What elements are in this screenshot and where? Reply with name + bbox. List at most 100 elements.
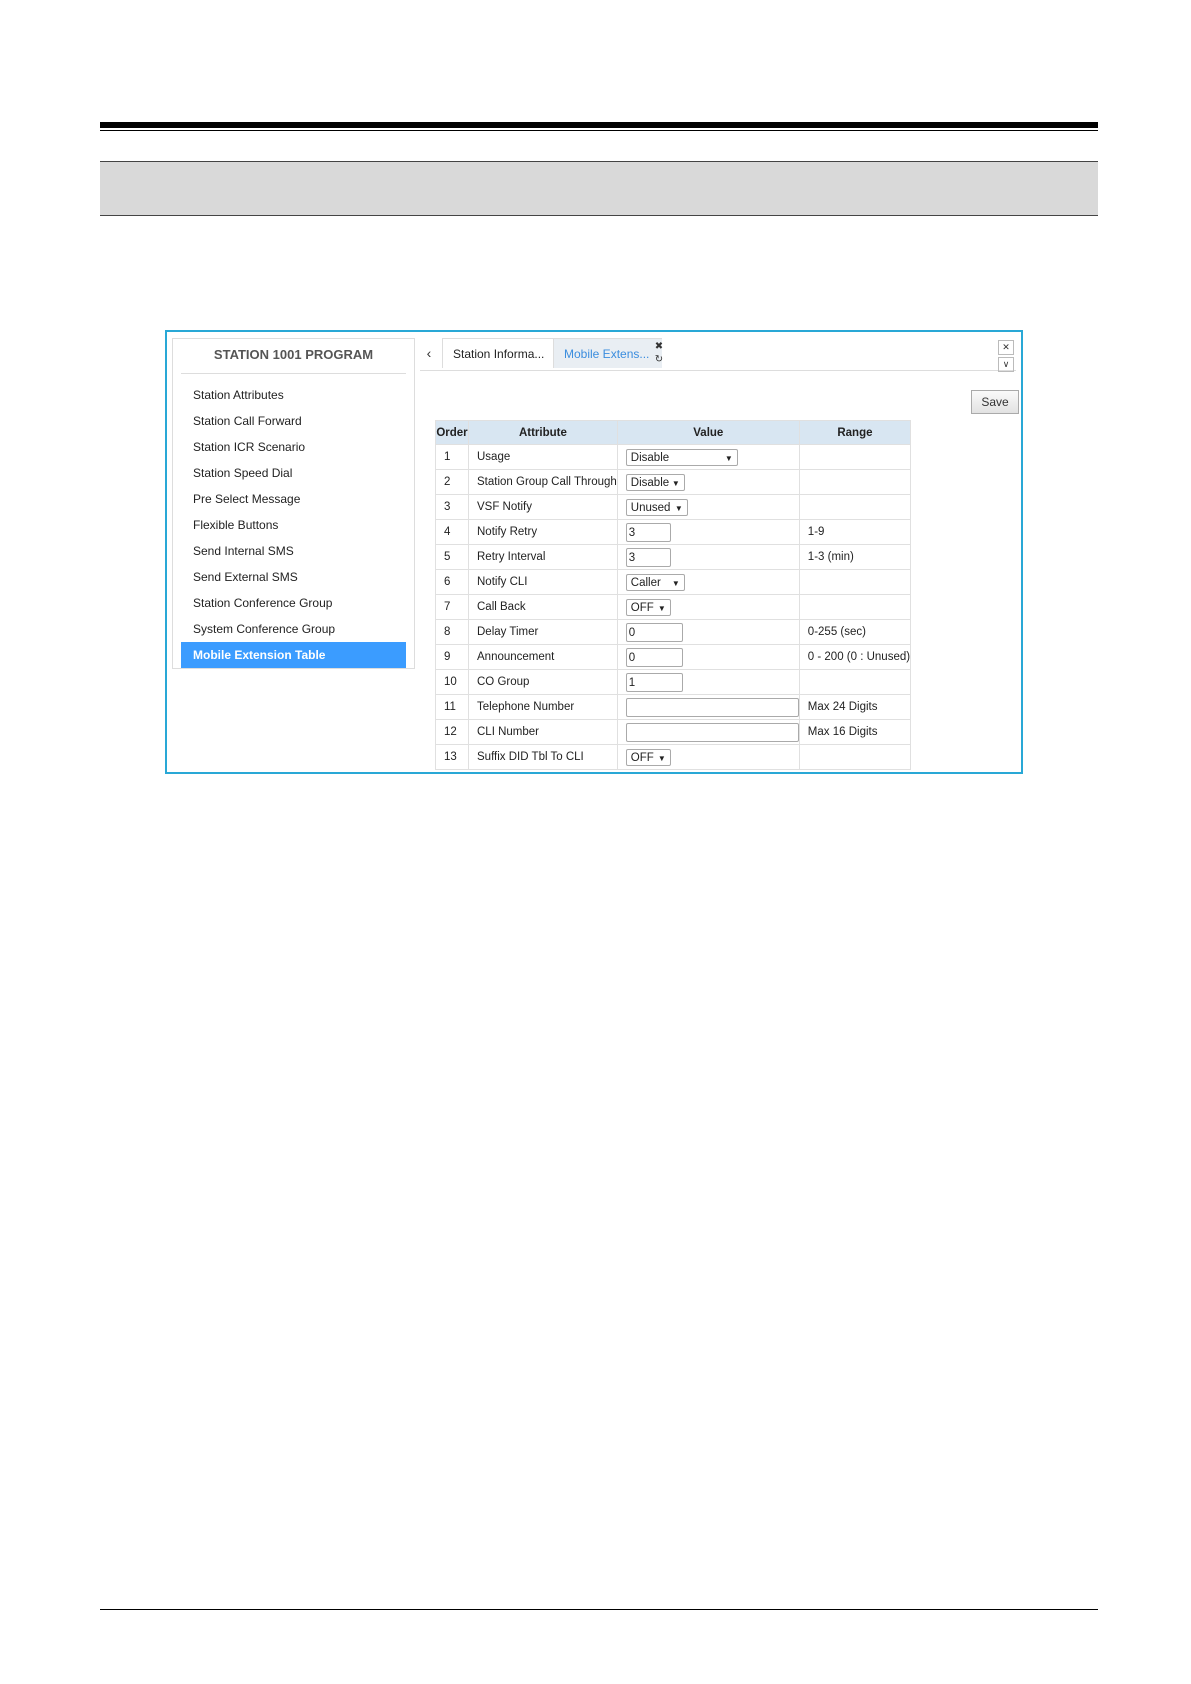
row-range (798, 494, 912, 520)
row-value: 0 (616, 619, 800, 645)
co-group-input[interactable]: 1 (625, 672, 683, 692)
select-value: OFF (630, 601, 654, 614)
dropdown-arrow-icon: ▼ (671, 478, 680, 488)
table-row: 5 Retry Interval 3 1-3 (min) (435, 544, 912, 570)
row-attribute: CO Group (468, 669, 618, 695)
row-order: 11 (435, 694, 469, 720)
sidebar-item-mobile-extension-table[interactable]: Mobile Extension Table (181, 642, 406, 668)
select-value: Unused (630, 501, 671, 514)
row-order: 10 (435, 669, 469, 695)
attribute-table: Order Attribute Value Range 1 Usage Disa… (435, 420, 912, 770)
cli-number-input[interactable] (625, 722, 799, 742)
row-range (798, 444, 912, 470)
row-attribute: Usage (468, 444, 618, 470)
row-value: OFF ▼ (616, 594, 800, 620)
sidebar-item-system-conference-group[interactable]: System Conference Group (181, 616, 406, 642)
telephone-number-input[interactable] (625, 697, 799, 717)
row-range (798, 744, 912, 770)
chevron-down-icon[interactable]: ∨ (998, 357, 1014, 372)
row-order: 5 (435, 544, 469, 570)
station-group-call-through-select[interactable]: Disable ▼ (625, 473, 685, 491)
row-value: 3 (616, 544, 800, 570)
sidebar: STATION 1001 PROGRAM Station Attributes … (172, 338, 415, 669)
suffix-did-select[interactable]: OFF ▼ (625, 748, 671, 766)
sidebar-item-flexible-buttons[interactable]: Flexible Buttons (181, 512, 406, 538)
table-row: 2 Station Group Call Through Disable ▼ (435, 469, 912, 495)
dropdown-arrow-icon: ▼ (671, 578, 680, 588)
sidebar-item-station-speed-dial[interactable]: Station Speed Dial (181, 460, 406, 486)
row-value: Disable ▼ (616, 469, 800, 495)
table-row: 3 VSF Notify Unused ▼ (435, 494, 912, 520)
sidebar-item-send-internal-sms[interactable]: Send Internal SMS (181, 538, 406, 564)
row-attribute: Station Group Call Through (468, 469, 618, 495)
top-rule-thin (100, 130, 1098, 131)
table-row: 11 Telephone Number Max 24 Digits (435, 694, 912, 720)
row-order: 4 (435, 519, 469, 545)
sidebar-item-pre-select-message[interactable]: Pre Select Message (181, 486, 406, 512)
tab-mobile-extension[interactable]: Mobile Extens... (554, 338, 662, 368)
sidebar-item-station-conference-group[interactable]: Station Conference Group (181, 590, 406, 616)
row-value: 0 (616, 644, 800, 670)
bottom-rule (100, 1609, 1098, 1610)
row-attribute: Announcement (468, 644, 618, 670)
row-range: 1-3 (min) (798, 544, 912, 570)
row-range: 0-255 (sec) (798, 619, 912, 645)
row-range: 1-9 (798, 519, 912, 545)
dropdown-arrow-icon: ▼ (657, 753, 666, 763)
row-value: OFF ▼ (616, 744, 800, 770)
col-header-range: Range (798, 420, 912, 445)
sidebar-item-station-call-forward[interactable]: Station Call Forward (181, 408, 406, 434)
row-range (798, 569, 912, 595)
row-order: 9 (435, 644, 469, 670)
close-icon[interactable]: ✖ (652, 340, 666, 353)
row-order: 8 (435, 619, 469, 645)
row-attribute: Delay Timer (468, 619, 618, 645)
select-value: OFF (630, 751, 654, 764)
row-value: Disable ▼ (616, 444, 800, 470)
notify-retry-input[interactable]: 3 (625, 522, 671, 542)
row-range (798, 594, 912, 620)
row-range (798, 669, 912, 695)
table-row: 10 CO Group 1 (435, 669, 912, 695)
table-row: 8 Delay Timer 0 0-255 (sec) (435, 619, 912, 645)
table-row: 9 Announcement 0 0 - 200 (0 : Unused) (435, 644, 912, 670)
table-header-row: Order Attribute Value Range (435, 420, 912, 445)
col-header-value: Value (616, 420, 800, 445)
sidebar-item-station-icr-scenario[interactable]: Station ICR Scenario (181, 434, 406, 460)
close-icon[interactable]: ✕ (998, 340, 1014, 355)
call-back-select[interactable]: OFF ▼ (625, 598, 671, 616)
row-range: Max 24 Digits (798, 694, 912, 720)
tab-bar: ‹ Station Informa... Mobile Extens... ✖ … (420, 338, 1016, 372)
select-value: Caller (630, 576, 661, 589)
row-value: 3 (616, 519, 800, 545)
sidebar-item-station-attributes[interactable]: Station Attributes (181, 382, 406, 408)
row-range: 0 - 200 (0 : Unused) (798, 644, 912, 670)
row-range: Max 16 Digits (798, 719, 912, 745)
row-value: Caller ▼ (616, 569, 800, 595)
row-attribute: CLI Number (468, 719, 618, 745)
row-value (616, 719, 800, 745)
col-header-order: Order (435, 420, 469, 445)
sidebar-item-send-external-sms[interactable]: Send External SMS (181, 564, 406, 590)
delay-timer-input[interactable]: 0 (625, 622, 683, 642)
tab-station-information[interactable]: Station Informa... (442, 338, 554, 368)
retry-interval-input[interactable]: 3 (625, 547, 671, 567)
row-attribute: VSF Notify (468, 494, 618, 520)
save-button[interactable]: Save (971, 390, 1019, 414)
row-attribute: Notify Retry (468, 519, 618, 545)
row-order: 6 (435, 569, 469, 595)
sidebar-title: STATION 1001 PROGRAM (181, 339, 406, 374)
table-row: 12 CLI Number Max 16 Digits (435, 719, 912, 745)
notify-cli-select[interactable]: Caller ▼ (625, 573, 685, 591)
usage-select[interactable]: Disable ▼ (625, 448, 738, 466)
table-row: 1 Usage Disable ▼ (435, 444, 912, 470)
refresh-icon[interactable]: ↻ (652, 353, 666, 366)
announcement-input[interactable]: 0 (625, 647, 683, 667)
row-order: 7 (435, 594, 469, 620)
table-row: 7 Call Back OFF ▼ (435, 594, 912, 620)
col-header-attribute: Attribute (468, 420, 618, 445)
chevron-left-icon[interactable]: ‹ (420, 338, 438, 368)
row-attribute: Retry Interval (468, 544, 618, 570)
row-order: 13 (435, 744, 469, 770)
vsf-notify-select[interactable]: Unused ▼ (625, 498, 688, 516)
